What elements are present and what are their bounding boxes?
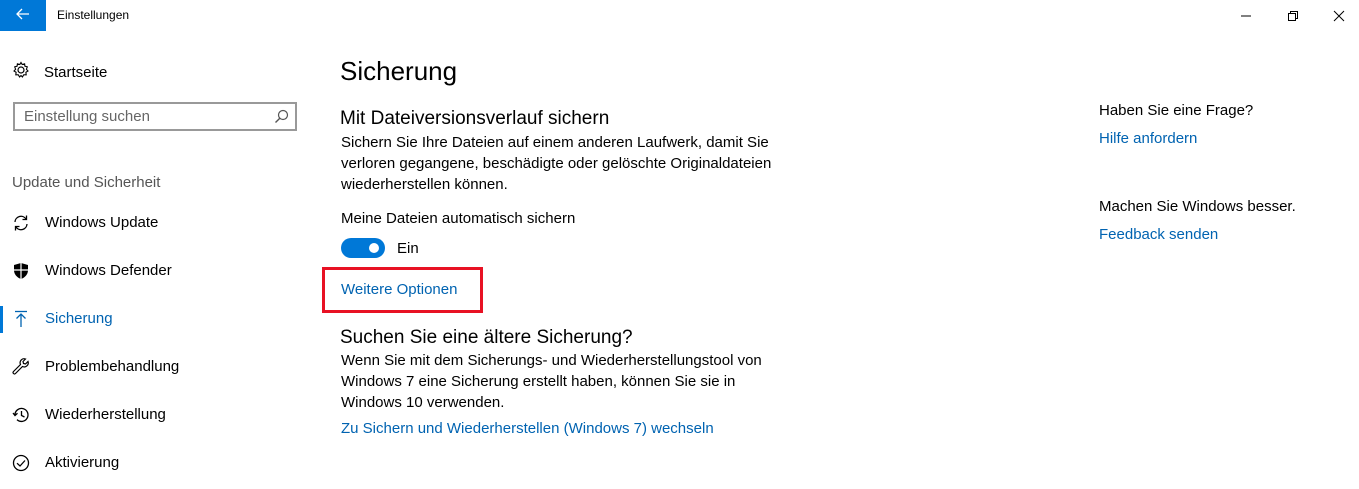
shield-icon (11, 261, 31, 281)
improve-heading: Machen Sie Windows besser. (1099, 198, 1296, 215)
home-label: Startseite (44, 64, 108, 81)
auto-backup-toggle[interactable] (341, 238, 385, 258)
help-link[interactable]: Hilfe anfordern (1099, 130, 1197, 147)
minimize-button[interactable] (1223, 0, 1269, 31)
sidebar-item-label: Windows Update (45, 214, 159, 231)
check-circle-icon (11, 453, 31, 473)
search-icon[interactable] (274, 109, 289, 129)
active-indicator (0, 306, 3, 333)
sidebar-item-sicherung[interactable]: Sicherung (0, 299, 300, 339)
close-icon (1333, 10, 1345, 21)
settings-search[interactable] (13, 102, 297, 131)
older-backup-heading: Suchen Sie eine ältere Sicherung? (340, 327, 633, 348)
wrench-icon (11, 357, 31, 377)
sidebar-item-aktivierung[interactable]: Aktivierung (0, 443, 300, 483)
restore-icon (1288, 10, 1298, 21)
more-options-link[interactable]: Weitere Optionen (341, 281, 457, 298)
file-history-description: Sichern Sie Ihre Dateien auf einem ander… (341, 134, 772, 193)
sidebar-item-label: Problembehandlung (45, 358, 180, 375)
refresh-icon (11, 213, 31, 233)
app-title: Einstellungen (57, 8, 130, 22)
sidebar-item-label: Sicherung (45, 310, 113, 327)
question-heading: Haben Sie eine Frage? (1099, 102, 1254, 119)
section-title: Update und Sicherheit (12, 174, 161, 191)
back-arrow-icon (16, 7, 30, 25)
auto-backup-label: Meine Dateien automatisch sichern (341, 210, 576, 227)
sidebar-item-label: Windows Defender (45, 262, 172, 279)
older-backup-description: Wenn Sie mit dem Sicherungs- und Wiederh… (341, 352, 762, 411)
toggle-knob (369, 243, 379, 253)
sidebar-item-windows-update[interactable]: Windows Update (0, 203, 300, 243)
sidebar-item-label: Wiederherstellung (45, 406, 166, 423)
close-button[interactable] (1316, 0, 1359, 31)
title-bar: Einstellungen (0, 0, 1359, 31)
restore-button[interactable] (1270, 0, 1316, 31)
feedback-link[interactable]: Feedback senden (1099, 226, 1218, 243)
search-input[interactable] (15, 107, 266, 126)
windows7-backup-link[interactable]: Zu Sichern und Wiederherstellen (Windows… (341, 420, 714, 437)
sidebar-item-wiederherstellung[interactable]: Wiederherstellung (0, 395, 300, 435)
sidebar-item-label: Aktivierung (45, 454, 120, 471)
gear-icon (12, 61, 30, 84)
toggle-state-label: Ein (397, 240, 419, 257)
sidebar-item-windows-defender[interactable]: Windows Defender (0, 251, 300, 291)
backup-arrow-icon (11, 309, 31, 329)
history-icon (11, 405, 31, 425)
minimize-icon (1241, 15, 1251, 16)
sidebar-item-problembehandlung[interactable]: Problembehandlung (0, 347, 300, 387)
file-history-heading: Mit Dateiversionsverlauf sichern (340, 108, 610, 129)
page-title: Sicherung (340, 56, 458, 86)
back-button[interactable] (0, 0, 46, 31)
home-link[interactable]: Startseite (12, 61, 107, 84)
